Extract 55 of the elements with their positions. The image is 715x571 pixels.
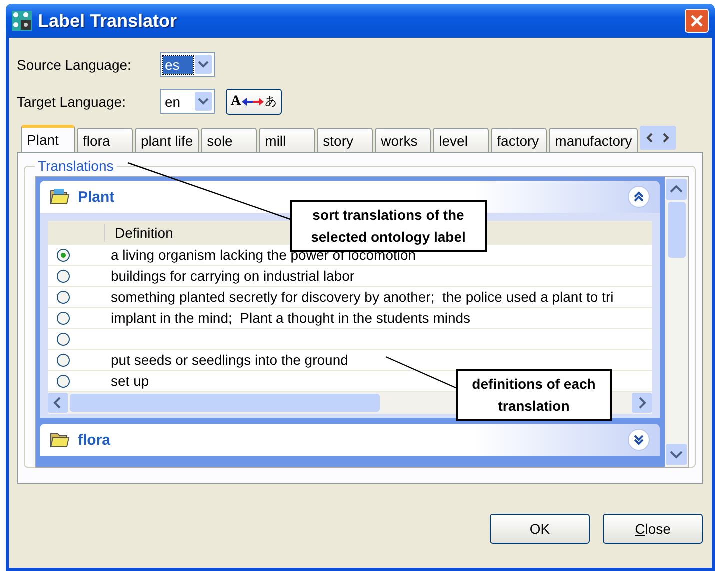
close-icon [690,14,704,28]
translate-button[interactable]: A あ [226,88,282,114]
folder-icon [50,188,70,206]
scroll-up-button[interactable] [666,179,687,200]
scroll-down-button[interactable] [666,444,687,465]
scroll-right-button[interactable] [632,393,652,413]
close-button[interactable] [685,9,709,33]
group-title: Translations [37,158,115,174]
radio-button[interactable] [57,332,70,346]
window-title: Label Translator [38,10,178,32]
radio-button[interactable] [57,248,70,262]
collapse-button[interactable] [628,186,650,208]
vertical-scrollbar[interactable] [665,177,688,467]
tab[interactable]: sole [201,128,258,152]
radio-button[interactable] [57,270,70,282]
panel-title: flora [78,432,112,448]
app-icon [12,11,32,31]
double-chevron-down-icon [633,434,645,446]
tab[interactable]: works [375,128,432,152]
source-language-dropdown[interactable]: es [160,52,215,77]
scroll-thumb[interactable] [668,202,686,258]
tab[interactable]: level [433,128,490,152]
ok-button[interactable]: OK [490,514,590,544]
leader-line [386,356,456,389]
source-language-label: Source Language: [17,56,132,72]
radio-button[interactable] [57,312,70,324]
scroll-thumb[interactable] [70,394,380,412]
double-chevron-up-icon [633,191,645,203]
scroll-left-button[interactable] [48,393,68,413]
tab[interactable]: flora [77,128,133,152]
tab[interactable]: factory [491,128,548,152]
tab[interactable]: story [317,128,374,152]
target-language-label: Target Language: [17,94,127,110]
close-dialog-button[interactable]: Close [603,514,703,544]
tab-scroll-buttons[interactable] [640,126,676,150]
definition-cell: something planted secretly for discovery by another; the police used a plant to tri [111,289,614,305]
definition-cell: put seeds or seedlings into the ground [111,352,348,368]
tab[interactable]: plant life [135,128,200,152]
definition-cell: implant in the mind; Plant a thought in the students minds [111,310,471,326]
double-arrow-icon [242,96,264,106]
definition-cell: set up [111,373,150,389]
annotation-tooltip: definitions of each translation [456,369,612,421]
expand-button[interactable] [628,429,650,451]
radio-button[interactable] [57,354,70,366]
column-header: Definition [114,225,174,241]
panel-title: Plant [78,188,116,206]
tab[interactable]: manufactory [549,128,638,152]
tab[interactable]: Plant [21,125,75,152]
radio-button[interactable] [57,290,70,304]
radio-button[interactable] [57,374,70,388]
tab[interactable]: mill [259,128,316,152]
definition-cell: buildings for carrying on industrial labor [111,268,355,284]
target-language-dropdown[interactable]: en [160,89,215,114]
annotation-tooltip: sort translations of the selected ontology label [290,200,487,252]
folder-icon [50,431,70,449]
